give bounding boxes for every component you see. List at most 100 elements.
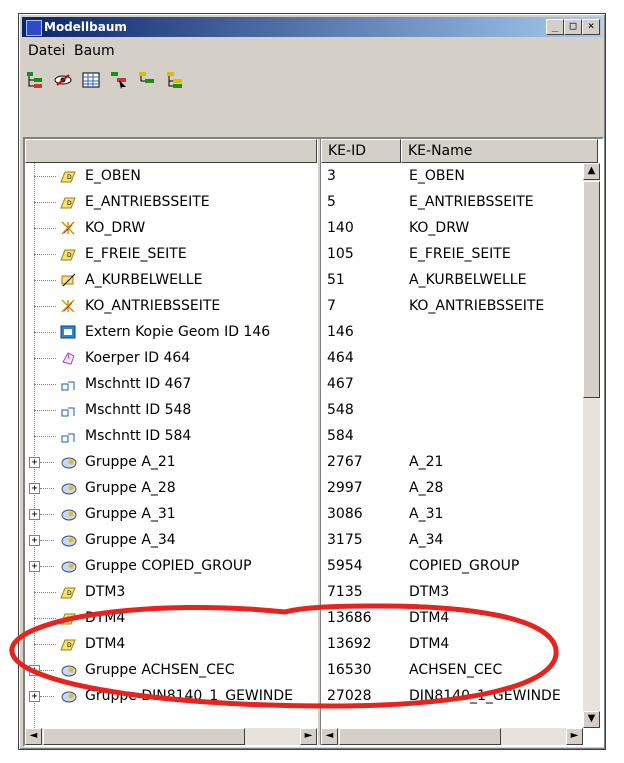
tree-row[interactable]: Mschntt ID 548 [25, 397, 317, 423]
tree-item-label: E_OBEN [85, 168, 141, 184]
tree-row[interactable]: + Gruppe A_34 [25, 527, 317, 553]
tree-row[interactable]: D DTM4 [25, 631, 317, 657]
expand-toggle-icon[interactable]: + [29, 509, 40, 520]
table-row[interactable]: 467 [321, 371, 583, 397]
tree-yellow-icon[interactable] [137, 70, 157, 90]
table-row[interactable]: 5954 COPIED_GROUP [321, 553, 583, 579]
tree-row[interactable]: Mschntt ID 584 [25, 423, 317, 449]
table-row[interactable]: 140 KO_DRW [321, 215, 583, 241]
close-button[interactable]: × [582, 19, 600, 35]
tree-row[interactable]: A_KURBELWELLE [25, 267, 317, 293]
expand-toggle-icon[interactable]: + [29, 535, 40, 546]
tree-row[interactable]: + Gruppe A_28 [25, 475, 317, 501]
table-row[interactable]: 3086 A_31 [321, 501, 583, 527]
menu-datei[interactable]: Datei [28, 42, 65, 60]
expand-toggle-icon[interactable]: + [29, 457, 40, 468]
tree-yellow-alt-icon[interactable] [165, 70, 185, 90]
tree-row[interactable]: KO_ANTRIEBSSEITE [25, 293, 317, 319]
table-row[interactable]: 464 [321, 345, 583, 371]
columns-scroll-thumb[interactable] [339, 728, 501, 745]
expand-toggle-icon[interactable]: + [29, 665, 40, 676]
body-icon [62, 352, 75, 365]
scroll-down-button[interactable]: ▼ [583, 711, 600, 728]
table-row[interactable]: 51 A_KURBELWELLE [321, 267, 583, 293]
tree-item-label: DTM4 [85, 610, 126, 626]
scroll-thumb[interactable] [583, 181, 600, 398]
tree-row[interactable]: D E_FREIE_SEITE [25, 241, 317, 267]
ke-id-cell: 2767 [327, 454, 363, 470]
tree-scroll-right-button[interactable]: ► [300, 728, 317, 745]
table-row[interactable]: 3175 A_34 [321, 527, 583, 553]
tree-row[interactable]: D DTM4 [25, 605, 317, 631]
menu-baum[interactable]: Baum [74, 42, 115, 60]
table-row[interactable]: 13692 DTM4 [321, 631, 583, 657]
tree-row[interactable]: D DTM3 [25, 579, 317, 605]
tree-item-label: DTM4 [85, 636, 126, 652]
tree-row[interactable]: D E_ANTRIEBSSEITE [25, 189, 317, 215]
tree-row[interactable]: + Gruppe A_31 [25, 501, 317, 527]
table-row[interactable]: 7 KO_ANTRIEBSSEITE [321, 293, 583, 319]
ke-name-cell: E_ANTRIEBSSEITE [409, 194, 534, 210]
svg-text:D: D [67, 174, 72, 181]
table-row[interactable]: 584 [321, 423, 583, 449]
table-row[interactable]: 16530 ACHSEN_CEC [321, 657, 583, 683]
table-row[interactable]: 3 E_OBEN [321, 163, 583, 189]
tree-row[interactable]: Extern Kopie Geom ID 146 [25, 319, 317, 345]
tree-item-label: KO_ANTRIEBSSEITE [85, 298, 221, 314]
eye-icon[interactable] [53, 70, 73, 90]
title-bar[interactable]: Modellbaum _ □ × [22, 17, 602, 37]
expand-toggle-icon[interactable]: + [29, 483, 40, 494]
tree-branch-line [34, 592, 56, 593]
ke-id-cell: 7 [327, 298, 336, 314]
tree-row[interactable]: Mschntt ID 467 [25, 371, 317, 397]
table-row[interactable]: 2997 A_28 [321, 475, 583, 501]
tree-row[interactable]: + Gruppe DIN8140_1_GEWINDE [25, 683, 317, 709]
tree-item-label: A_KURBELWELLE [85, 272, 203, 288]
ke-id-cell: 27028 [327, 688, 372, 704]
tree-branch-line [40, 696, 54, 697]
table-row[interactable]: 548 [321, 397, 583, 423]
tree-scroll-thumb[interactable] [43, 728, 245, 745]
table-row[interactable]: 2767 A_21 [321, 449, 583, 475]
columns-scroll-right-button[interactable]: ► [566, 728, 583, 745]
columns-scroll-left-button[interactable]: ◄ [321, 728, 338, 745]
table-row[interactable]: 7135 DTM3 [321, 579, 583, 605]
table-row[interactable]: 105 E_FREIE_SEITE [321, 241, 583, 267]
minimize-button[interactable]: _ [546, 19, 564, 35]
column-header-tree[interactable] [25, 139, 317, 163]
tree-row[interactable]: + Gruppe A_21 [25, 449, 317, 475]
scroll-up-button[interactable]: ▲ [583, 163, 600, 180]
table-row[interactable]: 146 [321, 319, 583, 345]
expand-toggle-icon[interactable]: + [29, 691, 40, 702]
table-row[interactable]: 5 E_ANTRIEBSSEITE [321, 189, 583, 215]
maximize-button[interactable]: □ [564, 19, 582, 35]
tree-row[interactable]: KO_DRW [25, 215, 317, 241]
tree-scroll-left-button[interactable]: ◄ [25, 728, 42, 745]
window-title: Modellbaum [44, 20, 127, 34]
expand-toggle-icon[interactable]: + [29, 561, 40, 572]
ke-name-cell: DTM4 [409, 610, 450, 626]
tree-pane: D E_OBEN D E_ANTRIEBSSEITE KO_DRW D E_FREIE_SE… [25, 163, 317, 728]
ke-id-cell: 51 [327, 272, 345, 288]
tree-row[interactable]: Koerper ID 464 [25, 345, 317, 371]
tree-branch-line [34, 306, 56, 307]
table-row[interactable]: 27028 DIN8140_1_GEWINDE [321, 683, 583, 709]
tree-green-icon[interactable] [25, 70, 45, 90]
tree-row[interactable]: + Gruppe COPIED_GROUP [25, 553, 317, 579]
select-tree-icon[interactable] [109, 70, 129, 90]
tree-row[interactable]: D E_OBEN [25, 163, 317, 189]
toolbar [23, 66, 601, 96]
vertical-scrollbar[interactable]: ▲ ▼ [583, 163, 600, 728]
column-header-ke-name[interactable]: KE-Name [401, 139, 598, 163]
model-tree[interactable]: KE-ID KE-Name D E_OBEN D E_ANTRIEBSSEITE KO_… [23, 137, 604, 747]
group-icon [61, 691, 77, 703]
tree-row[interactable]: + Gruppe ACHSEN_CEC [25, 657, 317, 683]
tree-horizontal-scrollbar[interactable]: ◄ ► [25, 728, 317, 745]
columns-horizontal-scrollbar[interactable]: ◄ ► [321, 728, 583, 745]
column-header-ke-id[interactable]: KE-ID [321, 139, 401, 163]
ke-id-cell: 5 [327, 194, 336, 210]
ke-id-cell: 146 [327, 324, 354, 340]
svg-text:D: D [67, 200, 72, 207]
grid-icon[interactable] [81, 70, 101, 90]
table-row[interactable]: 13686 DTM4 [321, 605, 583, 631]
